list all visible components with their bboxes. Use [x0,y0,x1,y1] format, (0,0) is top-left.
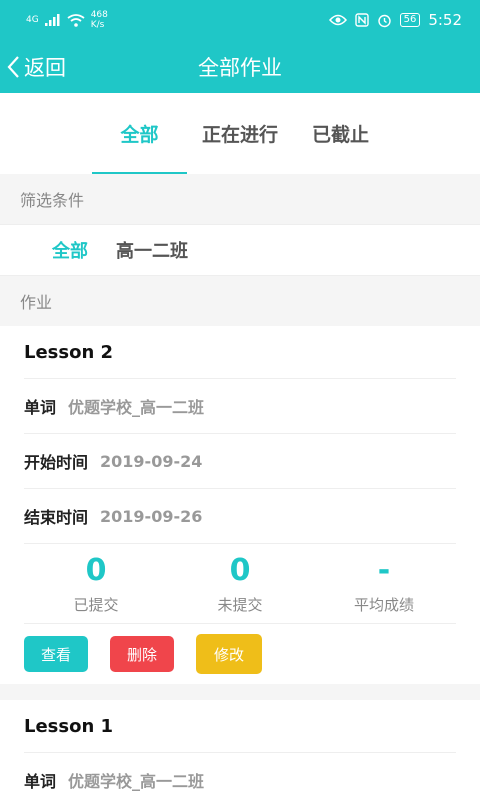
stats-row: 0 已提交 0 未提交 - 平均成绩 [24,544,456,624]
info-row-start: 开始时间 2019-09-24 [24,434,456,489]
edit-button[interactable]: 修改 [196,634,262,674]
info-row-end: 结束时间 2019-09-26 [24,489,456,544]
nav-bar: 返回 全部作业 [0,40,480,93]
filter-section-label: 筛选条件 [20,191,85,210]
unsubmitted-label: 未提交 [217,596,263,614]
network-speed-value: 468 [90,10,108,20]
start-label: 开始时间 [24,453,89,472]
homework-card-title: Lesson 2 [24,326,456,379]
page-title: 全部作业 [198,55,282,80]
submitted-label: 已提交 [73,596,119,614]
nfc-icon [354,13,369,27]
back-button[interactable]: 返回 [0,40,66,93]
status-bar: 4G 468 K/s 56 5:52 [0,0,480,40]
average-value: - [377,553,391,588]
tab-in-progress-label: 正在进行 [201,124,278,146]
tab-closed[interactable]: 已截止 [293,93,389,174]
status-left: 4G 468 K/s [26,10,108,30]
tab-closed-label: 已截止 [311,124,369,146]
type-label: 单词 [24,398,57,417]
homework-card[interactable]: Lesson 1 单词 优题学校_高一二班 [0,700,480,800]
alarm-icon [377,14,391,27]
info-row-type: 单词 优题学校_高一二班 [24,753,456,800]
battery-indicator: 56 [399,13,421,27]
network-speed: 468 K/s [91,10,108,30]
tab-all[interactable]: 全部 [91,93,188,174]
filter-all[interactable]: 全部 [52,237,88,263]
network-speed-unit: K/s [90,20,105,30]
homework-card-title: Lesson 1 [24,700,456,753]
info-row-type: 单词 优题学校_高一二班 [24,379,456,434]
filter-section-header: 筛选条件 [0,174,480,224]
status-right: 56 5:52 [328,11,462,29]
start-value: 2019-09-24 [100,451,203,471]
filter-row: 全部 高一二班 [0,224,480,276]
signal-label: 4G [26,15,39,25]
tab-all-label: 全部 [120,124,159,146]
status-tabs: 全部 正在进行 已截止 [0,93,480,174]
eye-icon [328,14,347,26]
type-value: 优题学校_高一二班 [68,772,205,791]
stat-unsubmitted: 0 未提交 [168,544,312,623]
wifi-icon [67,13,85,27]
filter-class[interactable]: 高一二班 [116,237,188,263]
type-label: 单词 [24,772,57,791]
clock: 5:52 [428,11,462,29]
average-label: 平均成绩 [353,596,414,614]
delete-button[interactable]: 删除 [110,636,174,672]
submitted-value: 0 [85,553,107,588]
homework-card[interactable]: Lesson 2 单词 优题学校_高一二班 开始时间 2019-09-24 结束… [0,326,480,684]
chevron-left-icon [7,55,19,78]
homework-section-label: 作业 [20,293,53,312]
end-value: 2019-09-26 [100,506,203,526]
signal-icon [44,14,60,26]
card-separator [0,684,480,700]
unsubmitted-value: 0 [229,553,251,588]
view-button[interactable]: 查看 [24,636,88,672]
tab-in-progress[interactable]: 正在进行 [188,93,293,174]
card-actions: 查看 删除 修改 [24,624,456,684]
homework-section-header: 作业 [0,276,480,326]
stat-submitted: 0 已提交 [24,544,168,623]
stat-average: - 平均成绩 [312,544,456,623]
end-label: 结束时间 [24,508,89,527]
back-label: 返回 [24,55,66,80]
type-value: 优题学校_高一二班 [68,398,205,417]
